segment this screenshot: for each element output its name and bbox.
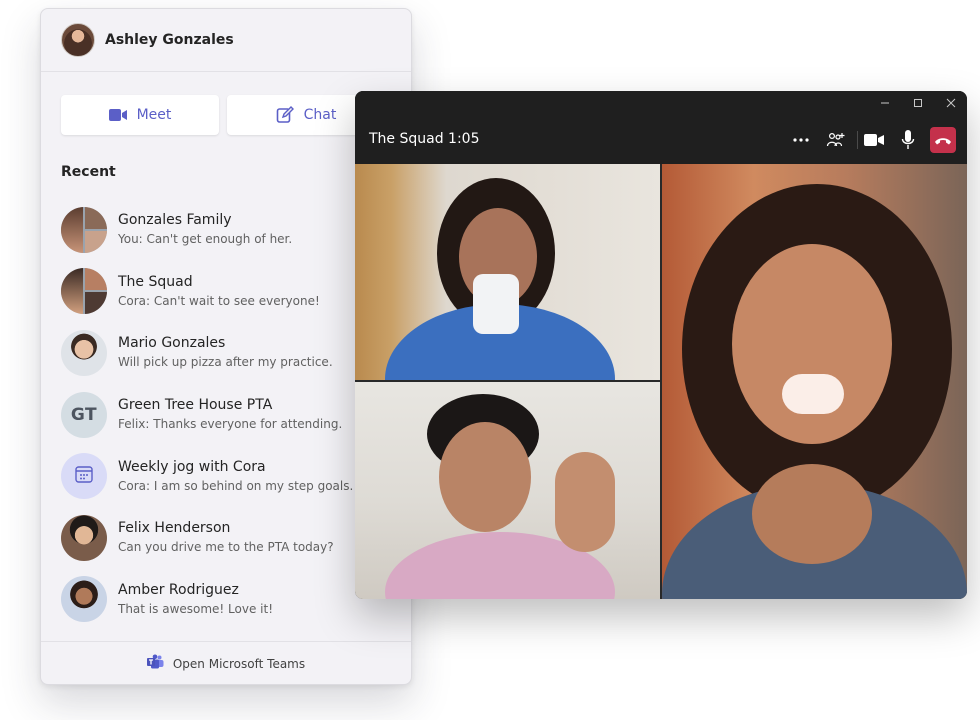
recent-item-felix-henderson[interactable]: Felix Henderson Can you drive me to the …: [61, 507, 391, 569]
teams-icon: [146, 654, 164, 673]
recent-heading: Recent: [61, 164, 116, 180]
hang-up-icon: [934, 131, 952, 150]
open-teams-label: Open Microsoft Teams: [172, 656, 306, 671]
video-grid: [355, 164, 967, 599]
recent-item-amber-rodriguez[interactable]: Amber Rodriguez That is awesome! Love it…: [61, 569, 391, 631]
chat-name: Amber Rodriguez: [118, 581, 239, 598]
call-window: The Squad 1:05: [355, 91, 967, 599]
contact-avatar: [61, 576, 107, 623]
recent-item-green-tree-house-pta[interactable]: GT Green Tree House PTA Felix: Thanks ev…: [61, 384, 391, 446]
chat-label: Chat: [303, 107, 337, 123]
chat-name: Green Tree House PTA: [118, 397, 273, 414]
more-options-icon[interactable]: [791, 127, 811, 153]
call-title: The Squad 1:05: [369, 131, 480, 147]
user-avatar[interactable]: [61, 23, 95, 57]
participant-video-tile[interactable]: [662, 164, 967, 599]
group-avatar: [61, 206, 107, 253]
open-teams-link[interactable]: Open Microsoft Teams: [41, 641, 411, 684]
chat-preview: Cora: I am so behind on my step goals.: [118, 478, 354, 493]
action-buttons: Meet Chat: [61, 95, 385, 135]
video-camera-icon: [108, 108, 127, 122]
recent-item-mario-gonzales[interactable]: Mario Gonzales Will pick up pizza after …: [61, 322, 391, 384]
camera-icon[interactable]: [863, 127, 885, 153]
add-people-icon[interactable]: [825, 127, 847, 153]
group-avatar: [61, 268, 107, 315]
meeting-avatar: [61, 453, 107, 500]
chat-name: Mario Gonzales: [118, 335, 226, 352]
maximize-icon[interactable]: [910, 95, 926, 111]
chat-preview: Cora: Can't wait to see everyone!: [118, 293, 320, 308]
hang-up-button[interactable]: [930, 127, 956, 153]
chat-preview: Will pick up pizza after my practice.: [118, 355, 333, 370]
meet-label: Meet: [136, 107, 172, 123]
initials-avatar: GT: [61, 391, 107, 438]
chat-name: Weekly jog with Cora: [118, 458, 266, 475]
contact-avatar: [61, 329, 107, 376]
chat-name: Felix Henderson: [118, 520, 231, 537]
close-icon[interactable]: [943, 95, 959, 111]
meet-button[interactable]: Meet: [61, 95, 219, 135]
chat-preview: Can you drive me to the PTA today?: [118, 540, 334, 555]
recent-item-gonzales-family[interactable]: Gonzales Family You: Can't get enough of…: [61, 199, 391, 261]
calendar-icon: [75, 465, 93, 487]
chat-preview: That is awesome! Love it!: [118, 601, 274, 616]
recent-item-the-squad[interactable]: The Squad Cora: Can't wait to see everyo…: [61, 261, 391, 323]
chat-name: The Squad: [118, 273, 193, 290]
microphone-icon[interactable]: [899, 127, 917, 153]
window-titlebar: [355, 91, 967, 115]
recent-list: Gonzales Family You: Can't get enough of…: [61, 199, 391, 630]
chat-name: Gonzales Family: [118, 212, 232, 229]
contact-avatar: [61, 514, 107, 561]
minimize-icon[interactable]: [877, 95, 893, 111]
call-header: The Squad 1:05: [355, 115, 967, 164]
compose-icon: [276, 106, 294, 124]
panel-header: Ashley Gonzales: [41, 9, 411, 72]
user-name: Ashley Gonzales: [105, 32, 234, 48]
recent-item-weekly-jog[interactable]: Weekly jog with Cora Cora: I am so behin…: [61, 445, 391, 507]
toolbar-divider: [857, 131, 858, 149]
chat-preview: Felix: Thanks everyone for attending.: [118, 417, 343, 432]
participant-video-tile[interactable]: [355, 382, 660, 599]
chat-preview: You: Can't get enough of her.: [118, 232, 293, 247]
participant-video-tile[interactable]: [355, 164, 660, 380]
